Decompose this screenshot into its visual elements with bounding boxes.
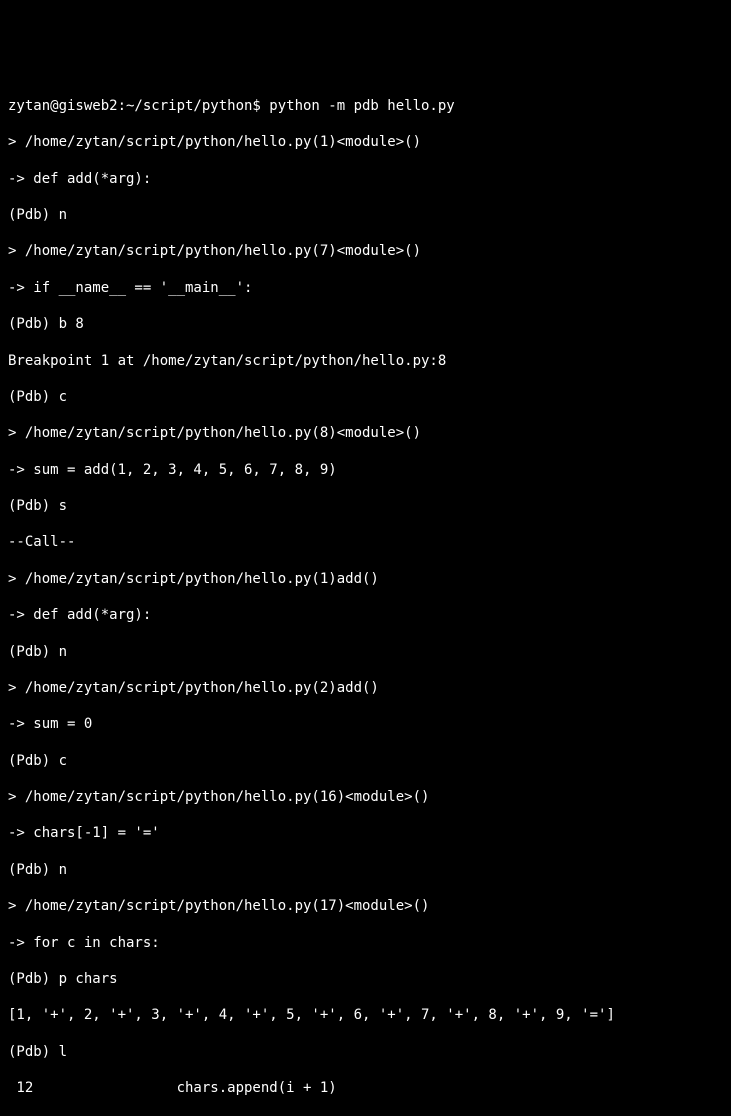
terminal-line: --Call-- — [8, 533, 723, 551]
terminal-line: -> chars[-1] = '=' — [8, 824, 723, 842]
terminal-output[interactable]: zytan@gisweb2:~/script/python$ python -m… — [8, 79, 723, 1116]
terminal-line: 12 chars.append(i + 1) — [8, 1079, 723, 1097]
terminal-line: [1, '+', 2, '+', 3, '+', 4, '+', 5, '+',… — [8, 1006, 723, 1024]
terminal-line: (Pdb) n — [8, 861, 723, 879]
terminal-line: -> for c in chars: — [8, 934, 723, 952]
terminal-line: (Pdb) c — [8, 388, 723, 406]
terminal-line: (Pdb) l — [8, 1043, 723, 1061]
terminal-line: (Pdb) p chars — [8, 970, 723, 988]
terminal-line: -> def add(*arg): — [8, 606, 723, 624]
terminal-line: > /home/zytan/script/python/hello.py(16)… — [8, 788, 723, 806]
terminal-line: -> if __name__ == '__main__': — [8, 279, 723, 297]
terminal-line: Breakpoint 1 at /home/zytan/script/pytho… — [8, 352, 723, 370]
terminal-line: (Pdb) b 8 — [8, 315, 723, 333]
terminal-line: zytan@gisweb2:~/script/python$ python -m… — [8, 97, 723, 115]
terminal-line: -> sum = 0 — [8, 715, 723, 733]
terminal-line: -> sum = add(1, 2, 3, 4, 5, 6, 7, 8, 9) — [8, 461, 723, 479]
terminal-line: > /home/zytan/script/python/hello.py(17)… — [8, 897, 723, 915]
terminal-line: > /home/zytan/script/python/hello.py(1)<… — [8, 133, 723, 151]
terminal-line: (Pdb) n — [8, 206, 723, 224]
terminal-line: (Pdb) n — [8, 643, 723, 661]
terminal-line: -> def add(*arg): — [8, 170, 723, 188]
terminal-line: > /home/zytan/script/python/hello.py(1)a… — [8, 570, 723, 588]
terminal-line: > /home/zytan/script/python/hello.py(2)a… — [8, 679, 723, 697]
terminal-line: > /home/zytan/script/python/hello.py(8)<… — [8, 424, 723, 442]
terminal-line: (Pdb) c — [8, 752, 723, 770]
terminal-line: > /home/zytan/script/python/hello.py(7)<… — [8, 242, 723, 260]
terminal-line: (Pdb) s — [8, 497, 723, 515]
